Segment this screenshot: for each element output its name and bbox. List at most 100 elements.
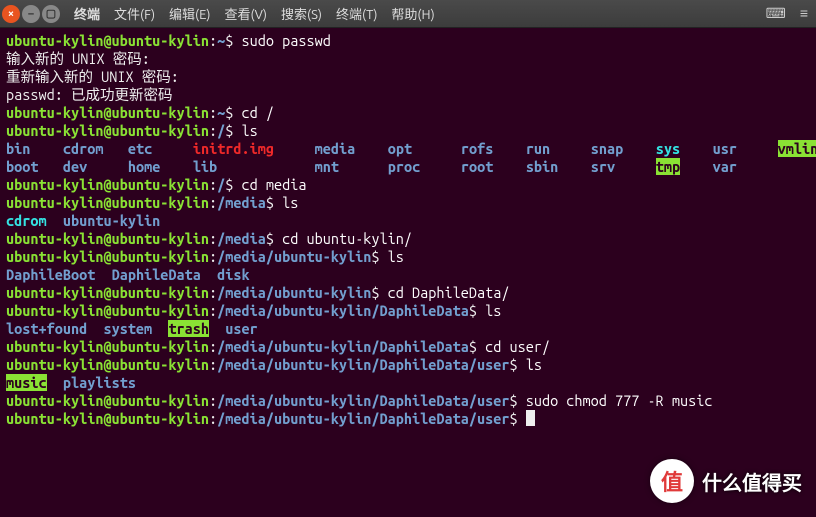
ls-entry: tmp bbox=[656, 158, 680, 175]
command-text: ls bbox=[485, 302, 501, 319]
command-text: ls bbox=[282, 194, 298, 211]
ls-entry: boot bbox=[6, 158, 38, 175]
prompt-user: ubuntu-kylin@ubuntu-kylin bbox=[6, 104, 209, 121]
terminal-line: passwd: 已成功更新密码 bbox=[6, 86, 810, 104]
watermark-badge: 值 bbox=[650, 459, 694, 503]
prompt-path: /media/ubuntu-kylin/DaphileData/user bbox=[217, 392, 509, 409]
ls-entry: DaphileData bbox=[112, 266, 201, 283]
ls-entry: DaphileBoot bbox=[6, 266, 95, 283]
terminal-line: ubuntu-kylin@ubuntu-kylin:/media$ cd ubu… bbox=[6, 230, 810, 248]
close-icon[interactable]: × bbox=[2, 5, 20, 23]
ls-entry: etc bbox=[128, 140, 152, 157]
menu-icon[interactable]: ≡ bbox=[800, 5, 808, 22]
terminal-line: ubuntu-kylin@ubuntu-kylin:~$ sudo passwd bbox=[6, 32, 810, 50]
ls-entry: proc bbox=[388, 158, 420, 175]
menu-item[interactable]: 编辑(E) bbox=[165, 2, 214, 25]
watermark: 值 什么值得买 bbox=[650, 459, 802, 503]
menu-item[interactable]: 搜索(S) bbox=[277, 2, 326, 25]
command-text: cd / bbox=[242, 104, 274, 121]
terminal-line: ubuntu-kylin@ubuntu-kylin:/media/ubuntu-… bbox=[6, 338, 810, 356]
prompt-user: ubuntu-kylin@ubuntu-kylin bbox=[6, 176, 209, 193]
terminal-line: DaphileBoot DaphileData disk bbox=[6, 266, 810, 284]
ls-entry: rofs bbox=[461, 140, 493, 157]
ls-entry: usr bbox=[713, 140, 737, 157]
ls-entry: snap bbox=[591, 140, 623, 157]
ls-entry: cdrom bbox=[6, 212, 47, 229]
ls-entry: vmlinuz bbox=[778, 140, 816, 157]
watermark-text: 什么值得买 bbox=[702, 467, 802, 496]
window-titlebar: × – ▢ 终端文件(F) 编辑(E) 查看(V) 搜索(S) 终端(T) 帮助(H) ⌨… bbox=[0, 0, 816, 28]
prompt-path: /media/ubuntu-kylin/DaphileData/user bbox=[217, 356, 509, 373]
terminal-line: ubuntu-kylin@ubuntu-kylin:/media/ubuntu-… bbox=[6, 356, 810, 374]
prompt-user: ubuntu-kylin@ubuntu-kylin bbox=[6, 410, 209, 427]
ls-entry: dev bbox=[63, 158, 87, 175]
terminal-line: ubuntu-kylin@ubuntu-kylin:/media/ubuntu-… bbox=[6, 302, 810, 320]
ls-entry: home bbox=[128, 158, 160, 175]
prompt-user: ubuntu-kylin@ubuntu-kylin bbox=[6, 392, 209, 409]
input-method-icon[interactable]: ⌨ bbox=[766, 5, 786, 22]
ls-entry: trash bbox=[168, 320, 209, 337]
ls-entry: lost+found bbox=[6, 320, 87, 337]
prompt-path: /media/ubuntu-kylin/DaphileData bbox=[217, 338, 469, 355]
ls-entry: opt bbox=[388, 140, 412, 157]
command-text: sudo passwd bbox=[242, 32, 331, 49]
command-text: cd ubuntu-kylin/ bbox=[282, 230, 412, 247]
ls-entry: lib bbox=[193, 158, 217, 175]
ls-entry: media bbox=[315, 140, 356, 157]
ls-entry: mnt bbox=[315, 158, 339, 175]
command-text: ls bbox=[242, 122, 258, 139]
terminal-line: ubuntu-kylin@ubuntu-kylin:/$ ls bbox=[6, 122, 810, 140]
command-text: ls bbox=[526, 356, 542, 373]
prompt-path: /media/ubuntu-kylin bbox=[217, 248, 371, 265]
menu-item[interactable]: 帮助(H) bbox=[387, 2, 438, 25]
terminal-line: ubuntu-kylin@ubuntu-kylin:/media/ubuntu-… bbox=[6, 248, 810, 266]
prompt-user: ubuntu-kylin@ubuntu-kylin bbox=[6, 230, 209, 247]
ls-entry: sys bbox=[656, 140, 680, 157]
ls-entry: cdrom bbox=[63, 140, 104, 157]
ls-entry: var bbox=[713, 158, 737, 175]
prompt-path: /media/ubuntu-kylin/DaphileData bbox=[217, 302, 469, 319]
prompt-user: ubuntu-kylin@ubuntu-kylin bbox=[6, 356, 209, 373]
menubar-title: 终端 bbox=[70, 2, 104, 25]
command-text: ls bbox=[388, 248, 404, 265]
terminal-line: bin cdrom etc initrd.img media opt rofs … bbox=[6, 140, 810, 158]
prompt-user: ubuntu-kylin@ubuntu-kylin bbox=[6, 122, 209, 139]
prompt-user: ubuntu-kylin@ubuntu-kylin bbox=[6, 248, 209, 265]
command-text: cd media bbox=[242, 176, 307, 193]
menubar: 终端文件(F) 编辑(E) 查看(V) 搜索(S) 终端(T) 帮助(H) bbox=[70, 2, 439, 25]
terminal-line: lost+found system trash user bbox=[6, 320, 810, 338]
ls-entry: user bbox=[225, 320, 257, 337]
terminal-line: ubuntu-kylin@ubuntu-kylin:~$ cd / bbox=[6, 104, 810, 122]
command-text: cd user/ bbox=[485, 338, 550, 355]
prompt-user: ubuntu-kylin@ubuntu-kylin bbox=[6, 32, 209, 49]
ls-entry: run bbox=[526, 140, 550, 157]
terminal-output[interactable]: ubuntu-kylin@ubuntu-kylin:~$ sudo passwd… bbox=[0, 28, 816, 432]
ls-entry: system bbox=[103, 320, 152, 337]
ls-entry: ubuntu-kylin bbox=[63, 212, 160, 229]
minimize-icon[interactable]: – bbox=[22, 5, 40, 23]
terminal-line: ubuntu-kylin@ubuntu-kylin:/media/ubuntu-… bbox=[6, 410, 810, 428]
terminal-line: cdrom ubuntu-kylin bbox=[6, 212, 810, 230]
command-text: sudo chmod 777 -R music bbox=[526, 392, 713, 409]
prompt-user: ubuntu-kylin@ubuntu-kylin bbox=[6, 194, 209, 211]
ls-entry: disk bbox=[217, 266, 249, 283]
terminal-line: music playlists bbox=[6, 374, 810, 392]
maximize-icon[interactable]: ▢ bbox=[42, 5, 60, 23]
prompt-user: ubuntu-kylin@ubuntu-kylin bbox=[6, 302, 209, 319]
menu-item[interactable]: 查看(V) bbox=[221, 2, 271, 25]
terminal-line: 重新输入新的 UNIX 密码: bbox=[6, 68, 810, 86]
window-controls: × – ▢ bbox=[2, 5, 60, 23]
terminal-line: ubuntu-kylin@ubuntu-kylin:/media$ ls bbox=[6, 194, 810, 212]
ls-entry: initrd.img bbox=[193, 140, 274, 157]
ls-entry: srv bbox=[591, 158, 615, 175]
prompt-path: /media bbox=[217, 194, 266, 211]
ls-entry: bin bbox=[6, 140, 30, 157]
menu-item[interactable]: 文件(F) bbox=[110, 2, 159, 25]
cursor bbox=[526, 410, 535, 426]
ls-entry: root bbox=[461, 158, 493, 175]
terminal-line: ubuntu-kylin@ubuntu-kylin:/$ cd media bbox=[6, 176, 810, 194]
prompt-path: /media/ubuntu-kylin bbox=[217, 284, 371, 301]
titlebar-right-icons: ⌨ ≡ bbox=[766, 5, 808, 22]
prompt-path: /media/ubuntu-kylin/DaphileData/user bbox=[217, 410, 509, 427]
menu-item[interactable]: 终端(T) bbox=[332, 2, 381, 25]
